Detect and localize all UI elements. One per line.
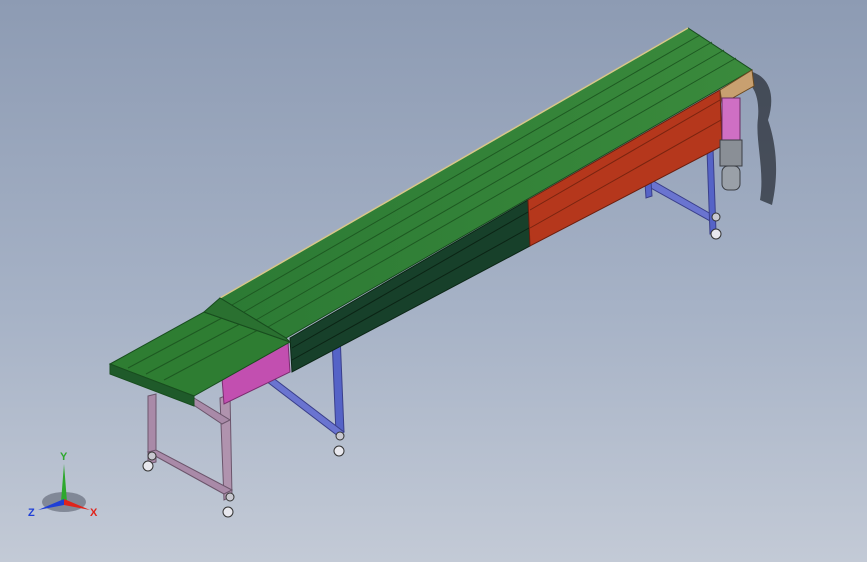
triad-z-label: Z xyxy=(28,507,35,519)
orientation-triad[interactable]: Y X Z xyxy=(24,448,104,524)
belt-top-main[interactable] xyxy=(219,27,753,339)
triad-x-label: X xyxy=(90,507,98,519)
drive-motor[interactable] xyxy=(719,97,743,191)
front-leg-frame[interactable] xyxy=(146,393,234,501)
triad-y-label: Y xyxy=(60,451,68,463)
triad-y-axis xyxy=(61,464,67,502)
conveyor-model[interactable] xyxy=(0,0,867,562)
middle-caster[interactable] xyxy=(333,431,345,457)
graphics-viewport[interactable]: Y X Z xyxy=(0,0,867,562)
